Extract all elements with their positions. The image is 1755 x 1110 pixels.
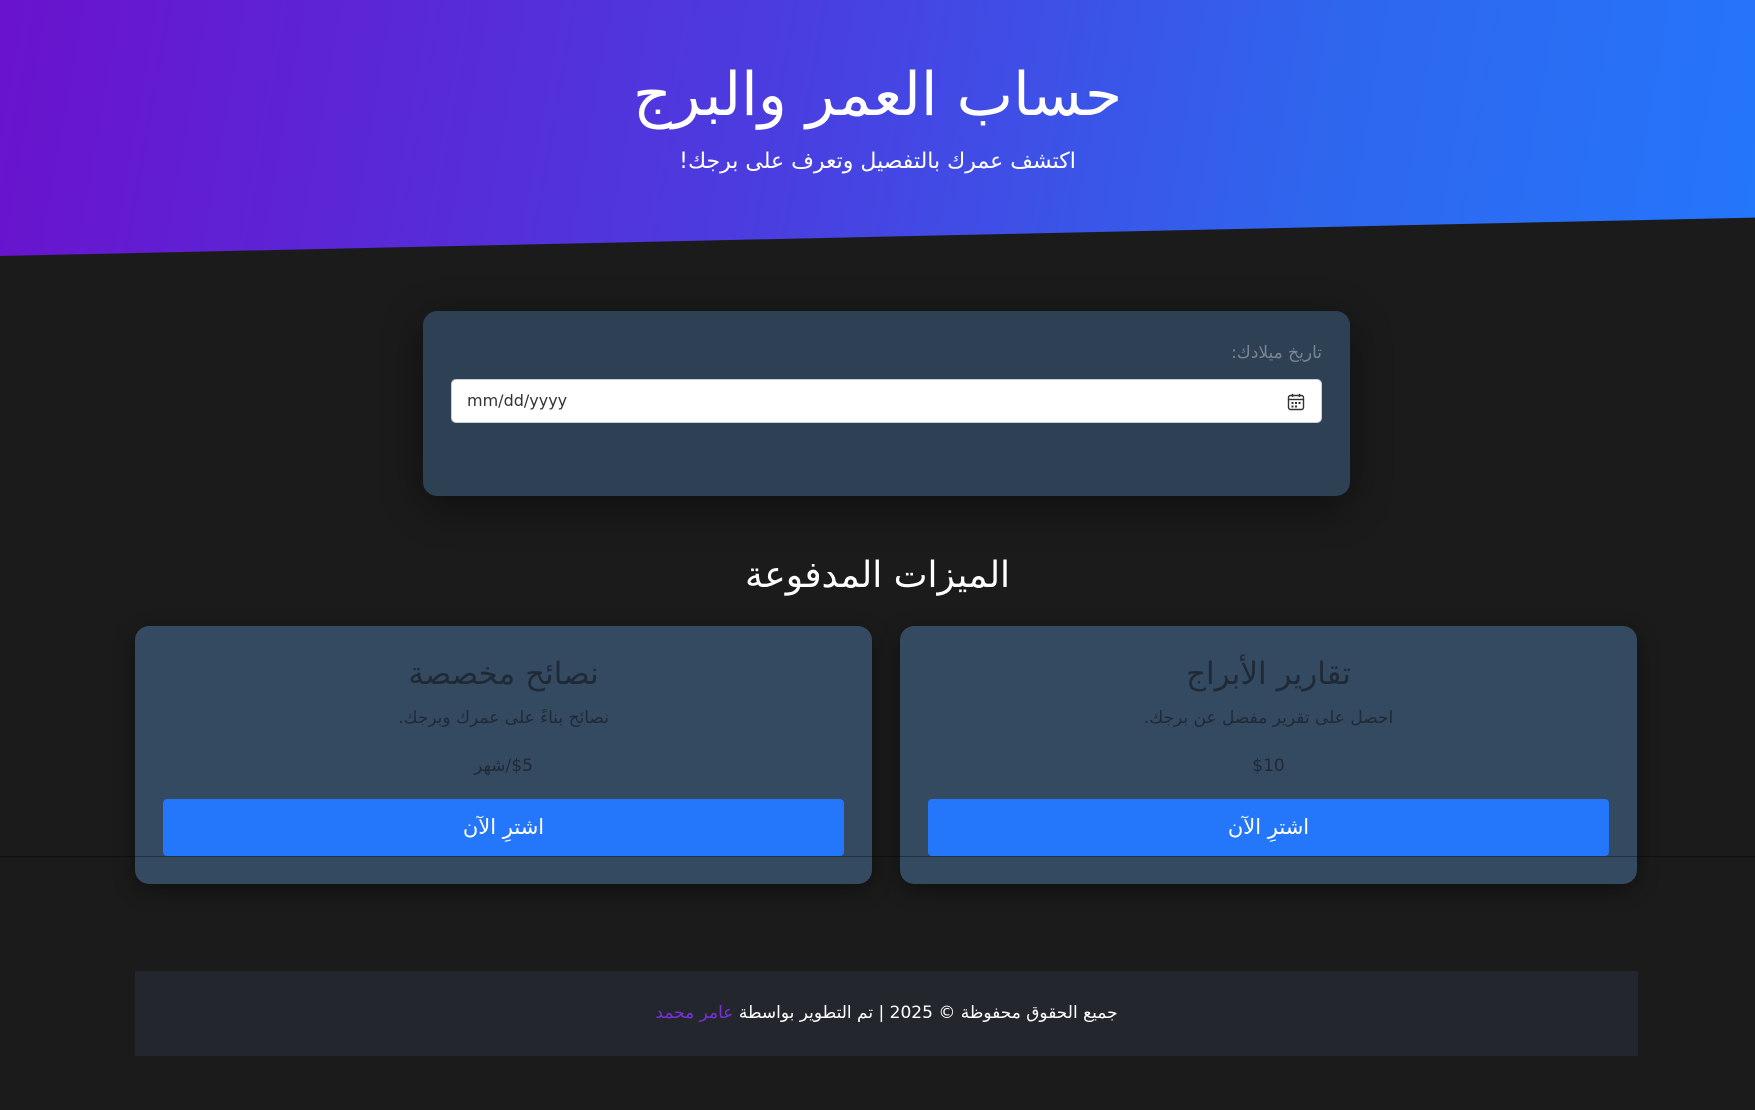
- card-title: تقارير الأبراج: [1186, 656, 1351, 692]
- page-subtitle: اكتشف عمرك بالتفصيل وتعرف على برجك!: [679, 149, 1076, 174]
- feature-card-custom-tips: نصائح مخصصة نصائح بناءً على عمرك وبرجك. …: [135, 626, 872, 884]
- page-title: حساب العمر والبرج: [632, 60, 1123, 130]
- calendar-icon[interactable]: [1287, 393, 1305, 411]
- buy-now-button[interactable]: اشترِ الآن: [928, 799, 1609, 856]
- card-description: احصل على تقرير مفصل عن برجك.: [1143, 708, 1394, 728]
- footer-rights-text: جميع الحقوق محفوظة © 2025 | تم التطوير ب…: [733, 1003, 1118, 1023]
- card-description: نصائح بناءً على عمرك وبرجك.: [398, 708, 609, 728]
- hero-header: حساب العمر والبرج اكتشف عمرك بالتفصيل وت…: [0, 0, 1755, 256]
- birth-date-input[interactable]: mm/dd/yyyy: [451, 379, 1322, 423]
- birth-date-placeholder: mm/dd/yyyy: [467, 391, 568, 410]
- divider: [0, 856, 1755, 857]
- author-link[interactable]: عامر محمد: [655, 1003, 733, 1023]
- birth-date-card: تاريخ ميلادك: mm/dd/yyyy: [423, 311, 1350, 496]
- card-price: $5/شهر: [474, 756, 533, 776]
- card-title: نصائح مخصصة: [408, 656, 599, 692]
- card-price: $10: [1252, 756, 1285, 776]
- feature-card-horoscope-reports: تقارير الأبراج احصل على تقرير مفصل عن بر…: [900, 626, 1637, 884]
- buy-now-button[interactable]: اشترِ الآن: [163, 799, 844, 856]
- paid-features-title: الميزات المدفوعة: [744, 555, 1011, 596]
- footer: جميع الحقوق محفوظة © 2025 | تم التطوير ب…: [135, 971, 1638, 1056]
- birth-date-label: تاريخ ميلادك:: [1231, 343, 1322, 363]
- footer-copyright: جميع الحقوق محفوظة © 2025 | تم التطوير ب…: [135, 1001, 1638, 1025]
